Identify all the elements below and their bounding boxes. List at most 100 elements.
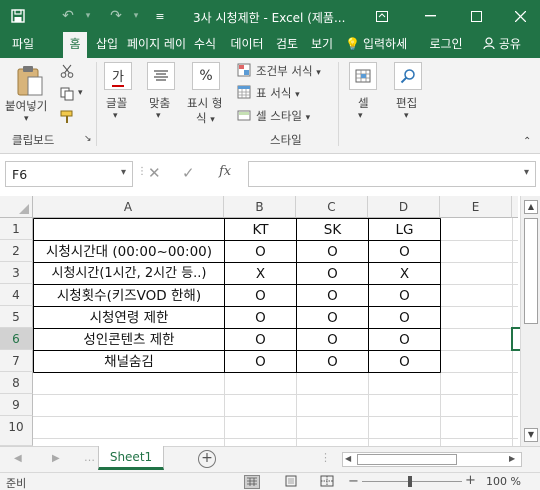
vertical-scroll-thumb[interactable]	[524, 218, 538, 324]
cell-d3[interactable]: X	[369, 263, 440, 285]
vertical-scrollbar[interactable]: ▲ ▼	[520, 196, 540, 446]
format-as-table-icon[interactable]	[236, 84, 252, 100]
alignment-icon[interactable]	[147, 62, 175, 90]
number-format-icon[interactable]: %	[192, 62, 220, 90]
cell-a4[interactable]: 시청횟수(키즈VOD 한해)	[34, 285, 224, 307]
editing-group-label[interactable]: 편집	[396, 95, 417, 111]
cut-icon[interactable]	[58, 62, 76, 80]
normal-view-icon[interactable]	[244, 475, 260, 489]
prev-sheet-icon[interactable]: ◀	[14, 453, 22, 464]
alignment-dropdown-icon[interactable]: ▾	[156, 111, 161, 121]
cell-a7[interactable]: 채널숨김	[34, 351, 224, 373]
selected-cell-f6[interactable]	[511, 327, 520, 351]
scroll-down-icon[interactable]: ▼	[524, 428, 538, 442]
tell-me-box[interactable]: 💡 입력하세	[345, 32, 417, 58]
editing-dropdown-icon[interactable]: ▾	[404, 111, 409, 121]
cell-c3[interactable]: O	[297, 263, 368, 285]
close-icon[interactable]	[508, 4, 532, 28]
cell-d2[interactable]: O	[369, 241, 440, 263]
cell-c5[interactable]: O	[297, 307, 368, 329]
hscroll-split-icon[interactable]: ⋮	[320, 451, 331, 464]
name-box[interactable]: F6 ▾	[5, 161, 133, 187]
copy-icon[interactable]	[58, 85, 76, 103]
minimize-icon[interactable]	[418, 4, 442, 28]
cell-b5[interactable]: O	[225, 307, 296, 329]
cell-b4[interactable]: O	[225, 285, 296, 307]
confirm-entry-icon[interactable]: ✓	[182, 164, 195, 182]
tab-home[interactable]: 홈	[63, 32, 87, 59]
copy-dropdown-icon[interactable]: ▾	[78, 88, 83, 98]
paste-dropdown-icon[interactable]: ▾	[24, 114, 29, 124]
horizontal-scroll-thumb[interactable]	[357, 454, 457, 465]
cell-b7[interactable]: O	[225, 351, 296, 373]
scroll-right-icon[interactable]: ▶	[509, 454, 515, 463]
customize-qat-icon[interactable]: ≡	[148, 4, 172, 28]
format-as-table-button[interactable]: 표 서식 ▾	[256, 85, 300, 101]
cell-d5[interactable]: O	[369, 307, 440, 329]
cell-d6[interactable]: O	[369, 329, 440, 351]
cell-d4[interactable]: O	[369, 285, 440, 307]
cancel-entry-icon[interactable]: ✕	[148, 164, 161, 182]
horizontal-scrollbar[interactable]: ◀ ▶	[342, 452, 522, 467]
zoom-slider-handle[interactable]	[408, 476, 412, 487]
share-button[interactable]: 공유	[476, 32, 528, 58]
cell-b3[interactable]: X	[225, 263, 296, 285]
cell-b2[interactable]: O	[225, 241, 296, 263]
maximize-icon[interactable]	[464, 4, 488, 28]
paste-label[interactable]: 붙여넣기	[5, 98, 47, 114]
search-icon[interactable]	[394, 62, 422, 90]
save-icon[interactable]	[6, 4, 30, 28]
cells-group-label[interactable]: 셀	[358, 95, 369, 111]
cell-d1[interactable]: LG	[369, 219, 440, 241]
cells-dropdown-icon[interactable]: ▾	[358, 111, 363, 121]
formula-input[interactable]: ▾	[248, 161, 536, 187]
sheet-tab-ellipsis[interactable]: …	[84, 451, 95, 464]
cell-a5[interactable]: 시청연령 제한	[34, 307, 224, 329]
tab-data[interactable]: 데이터	[226, 32, 268, 58]
undo-dropdown-icon[interactable]: ▾	[76, 4, 100, 28]
next-sheet-icon[interactable]: ▶	[52, 453, 60, 464]
scroll-up-icon[interactable]: ▲	[524, 200, 538, 214]
cell-styles-button[interactable]: 셀 스타일 ▾	[256, 108, 310, 124]
tab-review[interactable]: 검토	[272, 32, 302, 58]
number-group-label[interactable]: 표시 형	[187, 95, 222, 111]
clipboard-launcher-icon[interactable]: ↘	[84, 134, 92, 144]
tab-file[interactable]: 파일	[8, 32, 38, 58]
cell-a2[interactable]: 시청시간대 (00:00~00:00)	[34, 241, 224, 263]
cell-a6[interactable]: 성인콘텐츠 제한	[34, 329, 224, 351]
cell-c1[interactable]: SK	[297, 219, 368, 241]
conditional-format-icon[interactable]	[236, 62, 252, 78]
font-group-label[interactable]: 글꼴	[106, 95, 127, 111]
cell-b1[interactable]: KT	[225, 219, 296, 241]
cell-c6[interactable]: O	[297, 329, 368, 351]
scroll-left-icon[interactable]: ◀	[345, 454, 351, 463]
cell-styles-icon[interactable]	[236, 107, 252, 123]
number-group-label-2[interactable]: 식 ▾	[196, 110, 215, 126]
page-break-view-icon[interactable]	[320, 475, 336, 489]
cell-b6[interactable]: O	[225, 329, 296, 351]
redo-dropdown-icon[interactable]: ▾	[124, 4, 148, 28]
add-sheet-icon[interactable]: +	[198, 450, 216, 468]
cell-a1[interactable]	[34, 219, 224, 241]
cells-icon[interactable]	[349, 62, 377, 90]
alignment-group-label[interactable]: 맞춤	[149, 95, 170, 111]
sheet-tab-sheet1[interactable]: Sheet1	[98, 446, 164, 470]
ribbon-display-icon[interactable]	[370, 4, 394, 28]
cell-c7[interactable]: O	[297, 351, 368, 373]
tab-page-layout[interactable]: 페이지 레이	[126, 32, 187, 58]
zoom-slider[interactable]	[362, 481, 462, 482]
zoom-level[interactable]: 100 %	[486, 475, 521, 488]
insert-function-icon[interactable]: fx	[219, 164, 231, 179]
cell-c4[interactable]: O	[297, 285, 368, 307]
conditional-format-button[interactable]: 조건부 서식 ▾	[256, 63, 321, 79]
page-layout-view-icon[interactable]	[284, 475, 300, 489]
tab-insert[interactable]: 삽입	[92, 32, 122, 58]
cell-c2[interactable]: O	[297, 241, 368, 263]
cell-a3[interactable]: 시청시간(1시간, 2시간 등..)	[34, 263, 224, 285]
tab-view[interactable]: 보기	[306, 32, 338, 58]
cell-d7[interactable]: O	[369, 351, 440, 373]
font-icon[interactable]: 가	[104, 62, 132, 90]
tab-formulas[interactable]: 수식	[190, 32, 220, 58]
sign-in-link[interactable]: 로그인	[424, 32, 468, 58]
font-dropdown-icon[interactable]: ▾	[113, 111, 118, 121]
